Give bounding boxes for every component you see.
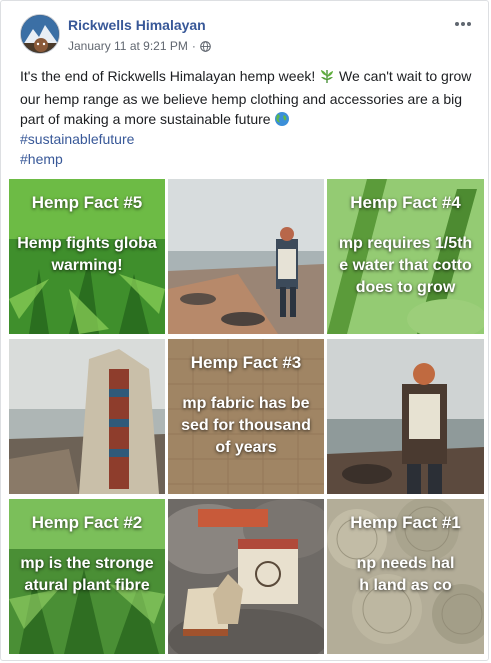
photo-tile-backpack-shore[interactable] (9, 339, 165, 494)
photo-tile-hemp-fact-5[interactable]: Hemp Fact #5 Hemp fights globa warming! (9, 179, 165, 334)
fact-text: np needs hal h land as co (327, 553, 484, 597)
hemp-backpack-on-shore-image (9, 339, 165, 494)
fact-text: mp fabric has be sed for thousand of yea… (168, 393, 324, 459)
fact-line: atural plant fibre (24, 577, 150, 594)
earth-icon (274, 111, 290, 132)
fact-line: Hemp fights globa (17, 235, 157, 252)
fact-text: Hemp fights globa warming! (9, 233, 165, 277)
hashtag-link-hemp[interactable]: #hemp (20, 149, 134, 169)
hemp-shoes-and-bags-on-rocks-image (168, 499, 324, 654)
meta-separator: · (191, 39, 196, 53)
fact-text: mp requires 1/5th e water that cotto doe… (327, 233, 484, 299)
photo-tile-hemp-fact-1[interactable]: Hemp Fact #1 np needs hal h land as co (327, 499, 484, 654)
post-timestamp[interactable]: January 11 at 9:21 PM (68, 39, 188, 53)
fact-line: np needs hal (356, 555, 455, 572)
photo-tile-hemp-fact-2[interactable]: Hemp Fact #2 mp is the stronge atural pl… (9, 499, 165, 654)
post-text-part1: It's the end of Rickwells Himalayan hemp… (20, 68, 320, 84)
fact-title: Hemp Fact #3 (190, 353, 302, 372)
fact-line: sed for thousand (181, 417, 311, 434)
fact-line: of years (215, 439, 277, 456)
photo-tile-shoes-bags[interactable] (168, 499, 324, 654)
fact-line: does to grow (355, 279, 456, 296)
ellipsis-icon[interactable] (450, 14, 476, 34)
fact-text: mp is the stronge atural plant fibre (9, 553, 165, 597)
photo-grid: Hemp Fact #5 Hemp fights globa warming! (9, 179, 484, 654)
hashtag-list: #sustainablefuture #hemp (20, 129, 134, 169)
fact-line: mp is the stronge (20, 555, 154, 572)
post-header: Rickwells Himalayan January 11 at 9:21 P… (20, 14, 476, 58)
fact-line: mp requires 1/5th (338, 235, 473, 252)
photo-tile-hemp-fact-4[interactable]: Hemp Fact #4 mp requires 1/5th e water t… (327, 179, 484, 334)
photo-tile-person-at-sea[interactable] (327, 339, 484, 494)
globe-icon[interactable] (200, 40, 211, 52)
fact-title: Hemp Fact #5 (31, 193, 143, 212)
fact-title: Hemp Fact #1 (350, 513, 461, 532)
fact-line: mp fabric has be (182, 395, 310, 412)
post-meta: January 11 at 9:21 PM · (68, 39, 211, 53)
person-from-behind-at-sea-image (327, 339, 484, 494)
fact-line: e water that cotto (339, 257, 472, 274)
photo-tile-beach-backpack[interactable] (168, 179, 324, 334)
post-text: It's the end of Rickwells Himalayan hemp… (20, 66, 475, 132)
facebook-post: Rickwells Himalayan January 11 at 9:21 P… (0, 0, 489, 661)
fact-title: Hemp Fact #4 (350, 193, 461, 212)
photo-tile-hemp-fact-3[interactable]: Hemp Fact #3 mp fabric has be sed for th… (168, 339, 324, 494)
fact-line: warming! (51, 257, 123, 274)
page-avatar[interactable] (20, 14, 60, 54)
fact-title: Hemp Fact #2 (31, 513, 143, 532)
herb-icon (319, 68, 335, 89)
hashtag-link-sustainablefuture[interactable]: #sustainablefuture (20, 129, 134, 149)
page-name-link[interactable]: Rickwells Himalayan (68, 17, 206, 33)
fact-line: h land as co (359, 577, 452, 594)
person-with-backpack-on-beach-image (168, 179, 324, 334)
